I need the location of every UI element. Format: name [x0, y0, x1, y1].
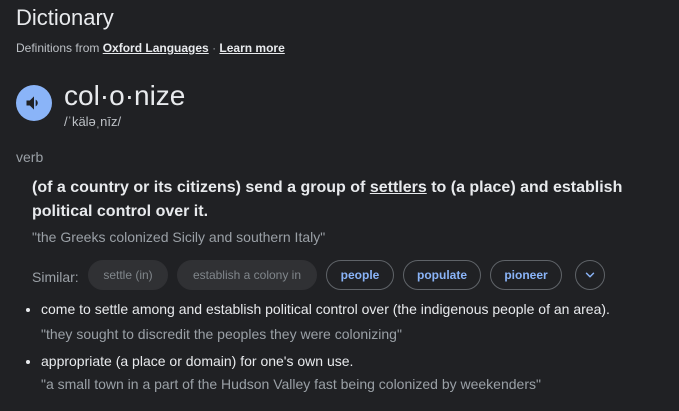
sub-definition-2: appropriate (a place or domain) for one'…: [41, 353, 354, 369]
similar-chip-establish-colony[interactable]: establish a colony in: [177, 260, 317, 290]
separator: ·: [212, 41, 217, 55]
sub-definition-1: come to settle among and establish polit…: [41, 301, 610, 317]
similar-chip-pioneer[interactable]: pioneer: [490, 260, 562, 290]
expand-similar-button[interactable]: [575, 260, 605, 290]
sub-example-1: "they sought to discredit the peoples th…: [41, 326, 402, 342]
headword: col·o·nize: [64, 80, 186, 111]
volume-icon: [26, 96, 38, 110]
part-of-speech: verb: [16, 149, 44, 165]
similar-chip-settle[interactable]: settle (in): [88, 260, 168, 290]
chevron-down-icon: [585, 272, 595, 278]
definition-text-pre: (of a country or its citizens) send a gr…: [32, 179, 366, 196]
pronunciation-button[interactable]: [16, 85, 52, 121]
learn-more-link[interactable]: Learn more: [219, 41, 284, 55]
similar-chip-populate[interactable]: populate: [403, 260, 481, 290]
settlers-link[interactable]: settlers: [370, 179, 427, 196]
similar-label: Similar:: [32, 269, 79, 285]
main-definition: (of a country or its citizens) send a gr…: [32, 176, 642, 224]
oxford-languages-link[interactable]: Oxford Languages: [103, 41, 209, 55]
main-example: "the Greeks colonized Sicily and souther…: [32, 229, 326, 245]
source-prefix: Definitions from: [16, 41, 100, 55]
bullet-2: [26, 360, 30, 364]
similar-chip-people[interactable]: people: [326, 260, 394, 290]
phonetic: /ˈkäləˌnīz/: [64, 114, 122, 129]
bullet-1: [26, 308, 30, 312]
sub-example-2: "a small town in a part of the Hudson Va…: [41, 376, 541, 392]
dictionary-title: Dictionary: [16, 5, 114, 30]
source-line: Definitions from Oxford Languages · Lear…: [16, 41, 285, 55]
